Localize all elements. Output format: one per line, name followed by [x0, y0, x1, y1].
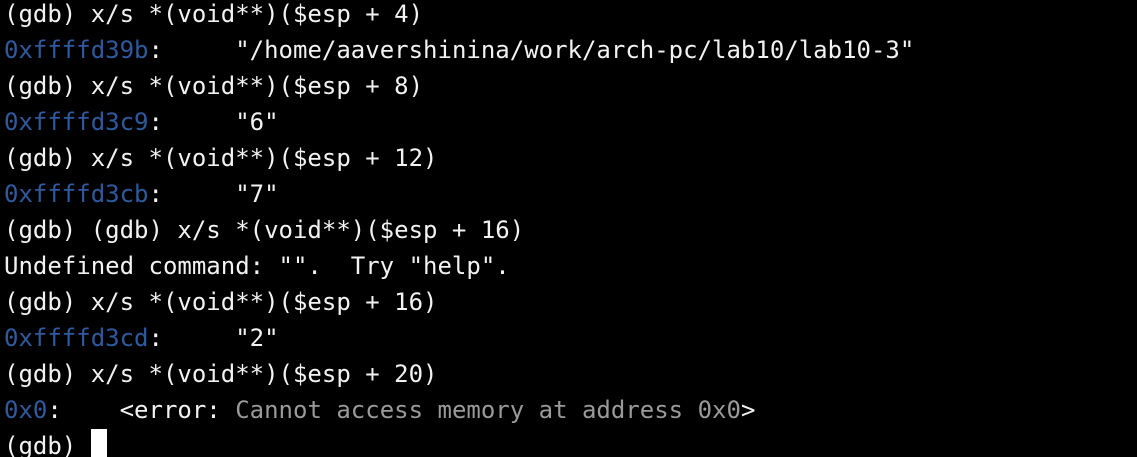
command-text: (gdb) x/s *(void**)($esp + 20)	[4, 360, 438, 388]
memory-address: 0xffffd3c9	[4, 108, 149, 136]
gdb-error-message: Undefined command: "". Try "help".	[4, 248, 510, 284]
output-gap	[163, 36, 235, 64]
memory-address: 0x0	[4, 396, 48, 424]
error-prefix: <error:	[119, 396, 236, 424]
gdb-prompt-line[interactable]: (gdb)	[4, 428, 107, 457]
output-gap	[62, 396, 120, 424]
command-text: (gdb) x/s *(void**)($esp + 8)	[4, 72, 424, 100]
string-value: "7"	[235, 180, 279, 208]
memory-address: 0xffffd39b	[4, 36, 149, 64]
text-cursor	[90, 429, 107, 457]
command-text: (gdb) x/s *(void**)($esp + 16)	[4, 288, 438, 316]
error-description: Cannot access memory at address 0x0	[235, 396, 741, 424]
gdb-output-line: 0x0: <error: Cannot access memory at add…	[4, 392, 755, 428]
output-gap	[163, 108, 235, 136]
gdb-output-line: 0xffffd3cd: "2"	[4, 320, 279, 356]
address-separator: :	[148, 180, 163, 208]
address-separator: :	[47, 396, 62, 424]
terminal-window[interactable]: (gdb) x/s *(void**)($esp + 4) 0xffffd39b…	[0, 0, 1137, 457]
gdb-command-line: (gdb) x/s *(void**)($esp + 8)	[4, 68, 423, 104]
message-text: Undefined command: "". Try "help".	[4, 252, 510, 280]
address-separator: :	[148, 108, 163, 136]
gdb-command-line: (gdb) x/s *(void**)($esp + 20)	[4, 356, 437, 392]
gdb-output-line: 0xffffd3cb: "7"	[4, 176, 279, 212]
gdb-prompt: (gdb)	[4, 432, 91, 457]
address-separator: :	[148, 324, 163, 352]
string-value: "6"	[235, 108, 279, 136]
error-suffix: >	[740, 396, 756, 424]
string-value: "2"	[235, 324, 279, 352]
gdb-command-line: (gdb) x/s *(void**)($esp + 4)	[4, 0, 423, 32]
gdb-output-line: 0xffffd3c9: "6"	[4, 104, 279, 140]
command-text: (gdb) (gdb) x/s *(void**)($esp + 16)	[4, 216, 525, 244]
command-text: (gdb) x/s *(void**)($esp + 4)	[4, 0, 424, 28]
command-text: (gdb) x/s *(void**)($esp + 12)	[4, 144, 438, 172]
output-gap	[163, 324, 235, 352]
output-gap	[163, 180, 235, 208]
string-value: "/home/aavershinina/work/arch-pc/lab10/l…	[235, 36, 915, 64]
address-separator: :	[148, 36, 163, 64]
gdb-command-line: (gdb) x/s *(void**)($esp + 16)	[4, 284, 437, 320]
memory-address: 0xffffd3cd	[4, 324, 149, 352]
gdb-command-line: (gdb) x/s *(void**)($esp + 12)	[4, 140, 437, 176]
gdb-output-line: 0xffffd39b: "/home/aavershinina/work/arc…	[4, 32, 914, 68]
gdb-command-line: (gdb) (gdb) x/s *(void**)($esp + 16)	[4, 212, 524, 248]
memory-address: 0xffffd3cb	[4, 180, 149, 208]
